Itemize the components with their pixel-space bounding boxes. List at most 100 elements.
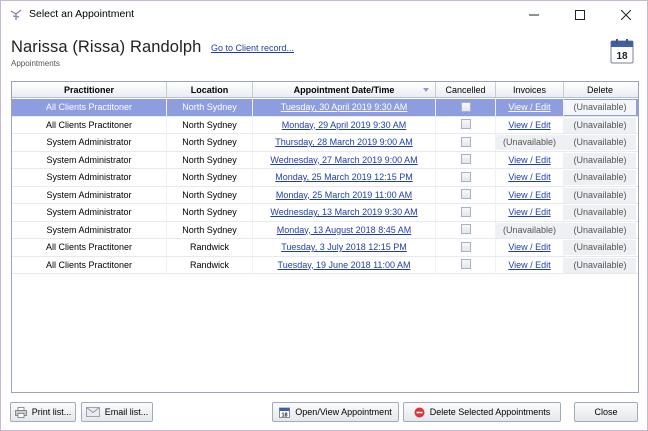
practitioner-cell: System Administrator	[12, 186, 167, 204]
cancelled-checkbox[interactable]	[460, 259, 471, 270]
invoice-view-edit-link[interactable]: View / Edit	[508, 260, 550, 270]
column-header-datetime[interactable]: Appointment Date/Time	[253, 82, 436, 98]
maximize-button[interactable]	[557, 1, 603, 28]
cancelled-checkbox[interactable]	[460, 119, 471, 130]
practitioner-cell: All Clients Practitoner	[12, 256, 167, 274]
appointment-datetime-link[interactable]: Monday, 13 August 2018 8:45 AM	[277, 225, 411, 235]
location-cell: Randwick	[167, 256, 253, 274]
table-row[interactable]: System Administrator North Sydney Wednes…	[12, 151, 638, 169]
column-header-delete[interactable]: Delete	[564, 82, 636, 98]
client-name: Narissa (Rissa) Randolph	[11, 38, 202, 56]
page-subtitle: Appointments	[11, 59, 60, 68]
cancelled-checkbox[interactable]	[460, 241, 471, 252]
location-cell: Randwick	[167, 239, 253, 256]
maximize-icon	[575, 9, 585, 20]
table-row[interactable]: All Clients Practitoner Randwick Tuesday…	[12, 239, 638, 257]
location-cell: North Sydney	[167, 116, 253, 134]
minimize-icon	[529, 14, 539, 15]
appointment-datetime-link[interactable]: Wednesday, 13 March 2019 9:30 AM	[270, 207, 417, 217]
delete-unavailable: (Unavailable)	[564, 222, 636, 238]
appointment-datetime-link[interactable]: Tuesday, 3 July 2018 12:15 PM	[281, 242, 407, 252]
cancelled-checkbox[interactable]	[460, 171, 471, 182]
cancelled-checkbox[interactable]	[460, 154, 471, 165]
grid-rows: All Clients Practitoner North Sydney Tue…	[12, 99, 638, 274]
cancelled-checkbox[interactable]	[460, 224, 471, 235]
location-cell: North Sydney	[167, 186, 253, 204]
location-cell: North Sydney	[167, 221, 253, 239]
email-list-button[interactable]: Email list...	[81, 402, 153, 422]
go-to-client-link[interactable]: Go to Client record...	[211, 43, 294, 53]
location-cell: North Sydney	[167, 204, 253, 221]
table-row[interactable]: All Clients Practitoner North Sydney Tue…	[12, 99, 638, 117]
practitioner-cell: System Administrator	[12, 134, 167, 151]
email-icon	[85, 407, 100, 417]
cancelled-checkbox[interactable]	[460, 101, 471, 112]
practitioner-cell: All Clients Practitoner	[12, 239, 167, 256]
delete-icon	[414, 407, 425, 417]
table-row[interactable]: System Administrator North Sydney Monday…	[12, 186, 638, 204]
close-window-button[interactable]	[603, 1, 648, 28]
delete-unavailable: (Unavailable)	[564, 117, 636, 133]
appointment-datetime-link[interactable]: Tuesday, 19 June 2018 11:00 AM	[278, 260, 411, 270]
title-bar: Select an Appointment	[1, 1, 647, 28]
practitioner-cell: System Administrator	[12, 169, 167, 186]
appointment-datetime-link[interactable]: Monday, 29 April 2019 9:30 AM	[282, 120, 406, 130]
location-cell: North Sydney	[167, 99, 253, 116]
invoice-view-edit-link[interactable]: View / Edit	[508, 172, 550, 182]
invoice-view-edit-link[interactable]: View / Edit	[508, 242, 550, 252]
delete-unavailable: (Unavailable)	[564, 257, 636, 273]
practitioner-cell: System Administrator	[12, 204, 167, 221]
column-header-invoices[interactable]: Invoices	[496, 82, 564, 98]
invoice-view-edit-link[interactable]: View / Edit	[508, 155, 550, 165]
location-cell: North Sydney	[167, 169, 253, 186]
table-row[interactable]: All Clients Practitoner Randwick Tuesday…	[12, 256, 638, 274]
invoice-unavailable: (Unavailable)	[496, 135, 563, 150]
invoice-unavailable: (Unavailable)	[496, 222, 563, 238]
calendar-small-icon: 18	[279, 407, 291, 418]
table-row[interactable]: System Administrator North Sydney Wednes…	[12, 204, 638, 222]
close-icon	[621, 9, 631, 20]
print-list-button[interactable]: Print list...	[10, 402, 76, 422]
location-cell: North Sydney	[167, 134, 253, 151]
sort-descending-icon	[423, 88, 429, 92]
appointment-datetime-link[interactable]: Monday, 25 March 2019 11:00 AM	[276, 190, 412, 200]
window-title: Select an Appointment	[29, 8, 135, 20]
column-header-location[interactable]: Location	[167, 82, 253, 98]
calendar-icon: 18	[610, 39, 634, 64]
location-cell: North Sydney	[167, 151, 253, 169]
appointment-datetime-link[interactable]: Monday, 25 March 2019 12:15 PM	[275, 172, 412, 182]
calendar-day: 18	[616, 51, 628, 62]
invoice-view-edit-link[interactable]: View / Edit	[508, 102, 550, 112]
invoice-view-edit-link[interactable]: View / Edit	[508, 207, 550, 217]
printer-icon	[14, 406, 27, 418]
print-list-label: Print list...	[31, 407, 72, 417]
appointments-grid[interactable]: Practitioner Location Appointment Date/T…	[11, 81, 639, 393]
column-header-datetime-label: Appointment Date/Time	[293, 85, 395, 95]
table-row[interactable]: System Administrator North Sydney Thursd…	[12, 134, 638, 152]
minimize-button[interactable]	[511, 1, 557, 28]
invoice-view-edit-link[interactable]: View / Edit	[508, 190, 550, 200]
practitioner-cell: System Administrator	[12, 151, 167, 169]
cancelled-checkbox[interactable]	[460, 189, 471, 200]
table-row[interactable]: System Administrator North Sydney Monday…	[12, 169, 638, 187]
open-view-appointment-button[interactable]: 18 Open/View Appointment	[272, 402, 399, 422]
table-row[interactable]: All Clients Practitoner North Sydney Mon…	[12, 116, 638, 134]
appointment-datetime-link[interactable]: Thursday, 28 March 2019 9:00 AM	[275, 137, 412, 147]
appointment-datetime-link[interactable]: Wednesday, 27 March 2019 9:00 AM	[270, 155, 417, 165]
cancelled-checkbox[interactable]	[460, 136, 471, 147]
close-button[interactable]: Close	[574, 402, 638, 422]
column-header-cancelled[interactable]: Cancelled	[436, 82, 496, 98]
email-list-label: Email list...	[104, 407, 149, 417]
invoice-view-edit-link[interactable]: View / Edit	[508, 120, 550, 130]
column-header-practitioner[interactable]: Practitioner	[12, 82, 167, 98]
cancelled-checkbox[interactable]	[460, 206, 471, 217]
appointment-datetime-link[interactable]: Tuesday, 30 April 2019 9:30 AM	[281, 102, 408, 112]
practitioner-cell: All Clients Practitoner	[12, 116, 167, 134]
delete-unavailable: (Unavailable)	[564, 152, 636, 168]
delete-selected-appointments-label: Delete Selected Appointments	[429, 407, 551, 417]
delete-selected-appointments-button[interactable]: Delete Selected Appointments	[403, 402, 561, 422]
open-view-appointment-label: Open/View Appointment	[295, 407, 392, 417]
practitioner-cell: System Administrator	[12, 221, 167, 239]
delete-unavailable: (Unavailable)	[564, 100, 636, 115]
table-row[interactable]: System Administrator North Sydney Monday…	[12, 221, 638, 239]
